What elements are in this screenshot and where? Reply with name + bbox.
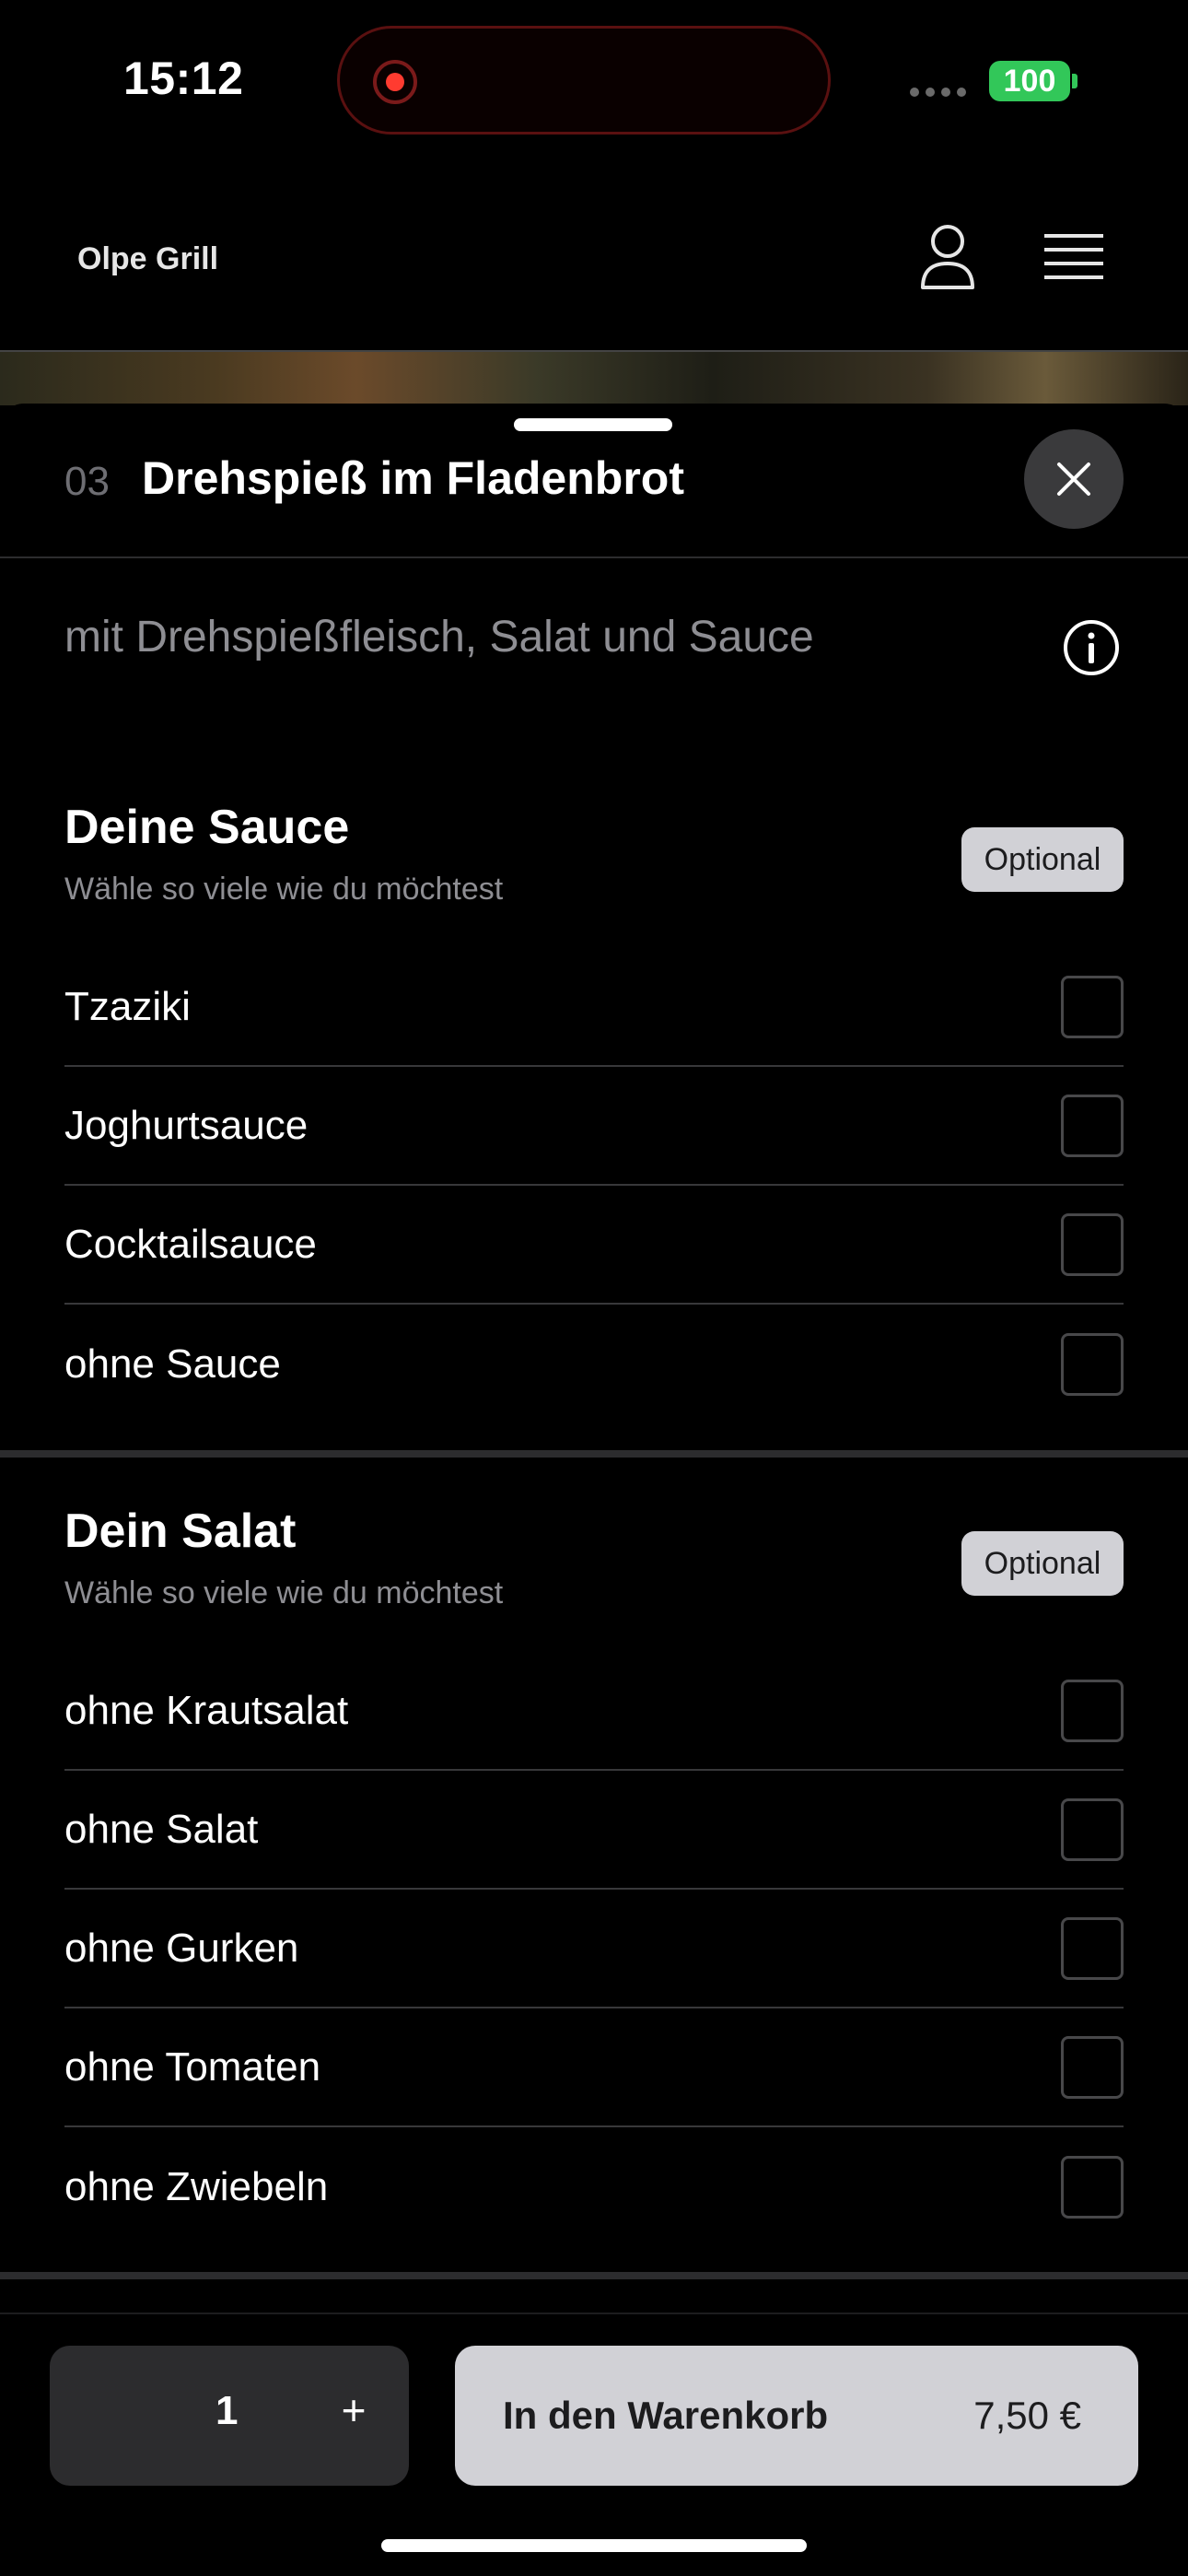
sheet-grabber[interactable] [514, 418, 672, 431]
checkbox[interactable] [1061, 2156, 1124, 2219]
option-joghurtsauce[interactable]: Joghurtsauce [64, 1068, 1124, 1186]
app-title: Olpe Grill [77, 241, 219, 276]
divider [0, 556, 1188, 558]
section-divider [0, 2272, 1188, 2279]
option-label: ohne Zwiebeln [64, 2164, 329, 2209]
option-ohne-zwiebeln[interactable]: ohne Zwiebeln [64, 2128, 1124, 2246]
status-time: 15:12 [123, 53, 244, 104]
recording-icon [373, 60, 417, 104]
checkbox[interactable] [1061, 2036, 1124, 2099]
checkbox[interactable] [1061, 1333, 1124, 1396]
screen: 15:12 100 Olpe Grill 03 Drehspieß im Fla… [0, 0, 1188, 2576]
checkbox[interactable] [1061, 1213, 1124, 1276]
info-icon[interactable] [1063, 619, 1120, 681]
close-button[interactable] [1024, 429, 1124, 529]
section-subtitle-salat: Wähle so viele wie du möchtest [64, 1575, 504, 1610]
close-icon [1057, 463, 1090, 496]
option-label: ohne Krautsalat [64, 1688, 349, 1733]
option-cocktailsauce[interactable]: Cocktailsauce [64, 1187, 1124, 1305]
option-label: ohne Sauce [64, 1341, 281, 1387]
battery-indicator: 100 [989, 61, 1070, 101]
plus-button[interactable]: + [326, 2383, 381, 2438]
user-icon[interactable] [917, 223, 978, 294]
checkbox[interactable] [1061, 1095, 1124, 1157]
option-ohne-krautsalat[interactable]: ohne Krautsalat [64, 1653, 1124, 1771]
battery-tip [1072, 74, 1077, 88]
item-title: Drehspieß im Fladenbrot [142, 452, 684, 504]
section-subtitle-sauce: Wähle so viele wie du möchtest [64, 872, 504, 907]
option-label: Tzaziki [64, 984, 191, 1029]
signal-icon [910, 88, 966, 97]
menu-icon[interactable] [1044, 232, 1103, 288]
optional-badge: Optional [961, 1531, 1124, 1596]
quantity-value: 1 [215, 2388, 239, 2433]
home-indicator[interactable] [381, 2539, 807, 2552]
optional-badge: Optional [961, 827, 1124, 892]
checkbox[interactable] [1061, 1917, 1124, 1980]
bottom-bar: 1 + In den Warenkorb 7,50 € [0, 2313, 1188, 2576]
section-divider [0, 1450, 1188, 1458]
option-ohne-sauce[interactable]: ohne Sauce [64, 1306, 1124, 1423]
item-number: 03 [64, 459, 110, 504]
checkbox[interactable] [1061, 976, 1124, 1038]
option-tzaziki[interactable]: Tzaziki [64, 949, 1124, 1067]
item-description: mit Drehspießfleisch, Salat und Sauce [64, 613, 814, 662]
hero-image [0, 350, 1188, 405]
checkbox[interactable] [1061, 1798, 1124, 1861]
dynamic-island [337, 26, 831, 135]
section-title-sauce: Deine Sauce [64, 801, 350, 854]
option-label: Joghurtsauce [64, 1103, 309, 1148]
price: 7,50 € [973, 2394, 1081, 2437]
section-title-salat: Dein Salat [64, 1505, 297, 1558]
product-sheet: 03 Drehspieß im Fladenbrot mit Drehspieß… [0, 404, 1188, 2576]
checkbox[interactable] [1061, 1680, 1124, 1742]
option-label: Cocktailsauce [64, 1222, 317, 1267]
option-label: ohne Tomaten [64, 2044, 321, 2090]
option-ohne-gurken[interactable]: ohne Gurken [64, 1891, 1124, 2008]
add-to-cart-button[interactable]: In den Warenkorb 7,50 € [455, 2346, 1138, 2486]
add-to-cart-label: In den Warenkorb [503, 2394, 829, 2437]
option-label: ohne Salat [64, 1807, 259, 1852]
quantity-stepper: 1 + [50, 2346, 409, 2486]
option-ohne-salat[interactable]: ohne Salat [64, 1772, 1124, 1890]
option-ohne-tomaten[interactable]: ohne Tomaten [64, 2009, 1124, 2127]
option-label: ohne Gurken [64, 1926, 299, 1971]
